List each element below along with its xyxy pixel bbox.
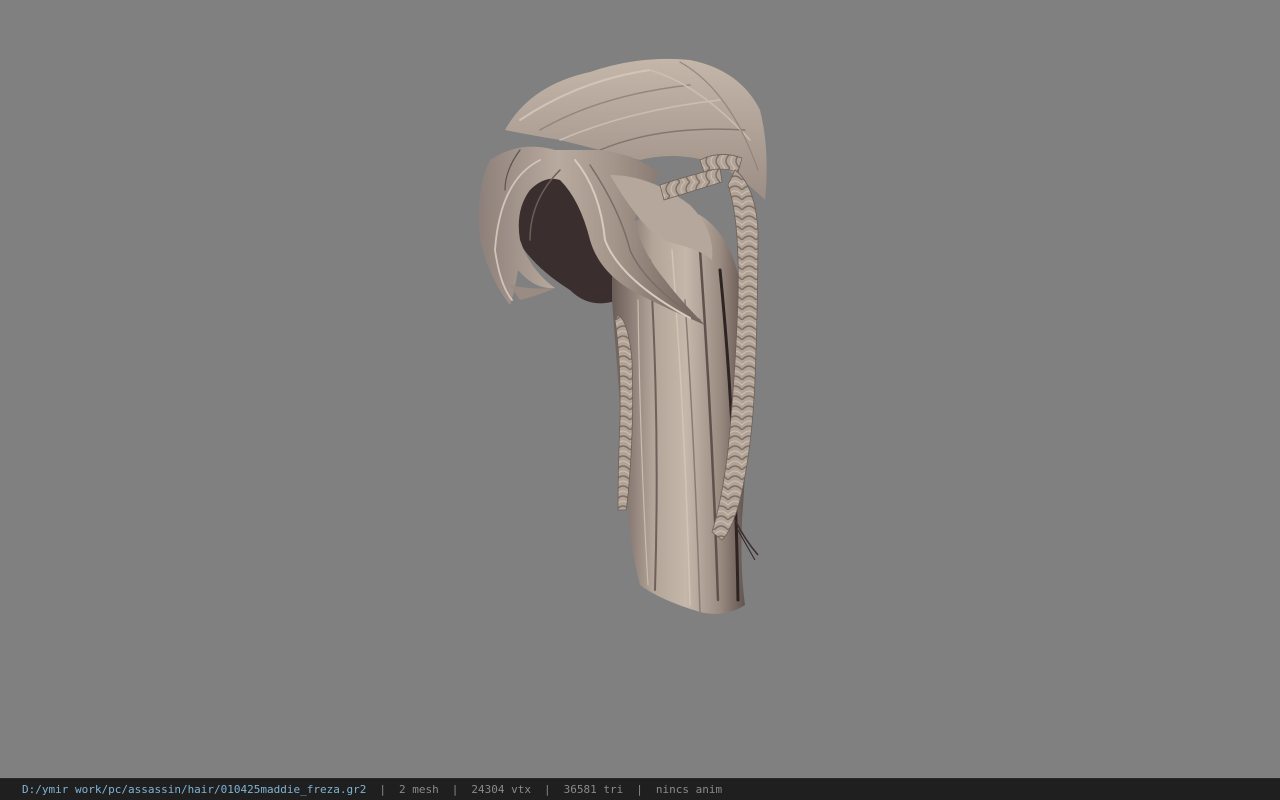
status-separator: | (636, 783, 643, 796)
status-separator: | (543, 783, 551, 796)
triangle-count: 36581 tri (563, 783, 624, 796)
status-separator: | (379, 783, 386, 796)
file-path: D:/ymir work/pc/assassin/hair/010425madd… (22, 783, 367, 796)
hair-braid-band (659, 167, 723, 201)
vertex-count: 24304 vtx (471, 783, 531, 796)
hair-model-render (478, 58, 767, 614)
mesh-count: 2 mesh (399, 783, 439, 796)
animation-status: nincs anim (655, 783, 723, 796)
3d-viewport[interactable] (0, 0, 1280, 778)
status-bar: D:/ymir work/pc/assassin/hair/010425madd… (0, 778, 1280, 800)
status-separator: | (451, 783, 459, 796)
